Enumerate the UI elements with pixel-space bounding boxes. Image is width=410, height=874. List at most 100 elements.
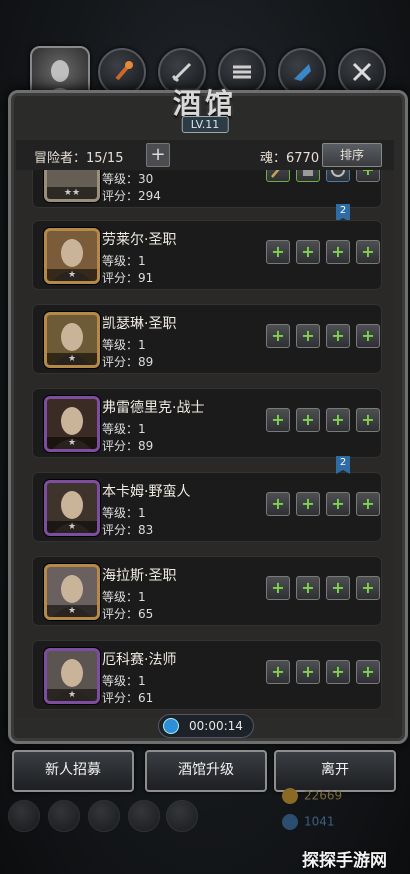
hero-portrait: ★ — [44, 564, 100, 620]
weapon-slot-add-button[interactable]: + — [266, 408, 290, 432]
trinket-slot-add-button[interactable]: + — [356, 492, 380, 516]
equipped-ring-icon[interactable] — [326, 170, 350, 182]
armor-slot-add-button[interactable]: + — [296, 660, 320, 684]
weapon-slot-add-button[interactable]: + — [266, 240, 290, 264]
timer-text: 00:00:14 — [189, 719, 243, 733]
plus-icon: + — [301, 242, 315, 261]
plus-icon: + — [301, 326, 315, 345]
hero-stars: ★★ — [47, 187, 97, 199]
upgrade-tavern-button[interactable]: 酒馆升级 — [145, 750, 267, 792]
hero-stars: ★ — [47, 689, 97, 701]
plus-icon: + — [301, 410, 315, 429]
plus-icon: + — [361, 578, 375, 597]
hero-row[interactable]: ★ 本卡姆·野蛮人 等级：1 评分：83 + + + + — [32, 472, 382, 542]
weapon-slot-add-button[interactable]: + — [266, 576, 290, 600]
plus-icon: + — [301, 494, 315, 513]
trinket-slot-add-button[interactable]: + — [326, 408, 350, 432]
hero-stars: ★ — [47, 353, 97, 365]
hero-stars: ★ — [47, 437, 97, 449]
armor-slot-add-button[interactable]: + — [296, 240, 320, 264]
armor-slot-add-button[interactable]: + — [296, 408, 320, 432]
trinket-slot-add-button[interactable]: + — [326, 240, 350, 264]
hero-stars: ★ — [47, 269, 97, 281]
hero-name: 凯瑟琳·圣职 — [102, 316, 177, 332]
hero-name: 海拉斯·圣职 — [102, 568, 177, 584]
weapon-slot-add-button[interactable]: + — [266, 492, 290, 516]
hero-row[interactable]: ★ 海拉斯·圣职 等级：1 评分：65 + + + + — [32, 556, 382, 626]
crossed-swords-tab-icon[interactable] — [338, 48, 386, 96]
menu-orb-icon[interactable] — [8, 800, 40, 832]
trinket-slot-add-button[interactable]: + — [356, 576, 380, 600]
gold-coin-icon — [282, 788, 298, 804]
hero-row[interactable]: ★ 劳莱尔·圣职 等级：1 评分：91 + + + + — [32, 220, 382, 290]
plus-icon: + — [361, 242, 375, 261]
crystal-resource: 1041 — [282, 814, 335, 830]
hero-level: 等级：1 — [102, 506, 146, 520]
hero-level: 等级：1 — [102, 674, 146, 688]
hero-name: 弗雷德里克·战士 — [102, 400, 205, 416]
equipped-staff-icon[interactable] — [266, 170, 290, 182]
hero-level: 等级：30 — [102, 172, 154, 186]
hero-portrait: ★ — [44, 312, 100, 368]
weapon-slot-add-button[interactable]: + — [266, 324, 290, 348]
hero-row[interactable]: ★ 厄科赛·法师 等级：1 评分：61 + + + + — [32, 640, 382, 710]
menu-orb-icon[interactable] — [128, 800, 160, 832]
trinket-slot-add-button[interactable]: + — [356, 408, 380, 432]
tavern-header-bar: 冒险者：15/15 + 魂：6770 排序 — [16, 140, 394, 171]
hero-level: 等级：1 — [102, 590, 146, 604]
hero-row[interactable]: ★ 凯瑟琳·圣职 等级：1 评分：89 + + + + — [32, 304, 382, 374]
trinket-slot-add-button[interactable]: + — [356, 324, 380, 348]
add-roster-slot-button[interactable]: + — [146, 143, 170, 167]
sort-button[interactable]: 排序 — [322, 143, 382, 167]
leave-button[interactable]: 离开 — [274, 750, 396, 792]
trinket-slot-add-button[interactable]: + — [326, 660, 350, 684]
menu-orb-icon[interactable] — [48, 800, 80, 832]
trinket-slot-add-button[interactable]: + — [326, 324, 350, 348]
crystal-amount: 1041 — [304, 814, 335, 829]
crystal-icon — [282, 814, 298, 830]
plus-icon: + — [331, 662, 345, 681]
plus-icon: + — [301, 662, 315, 681]
recruit-timer: 00:00:14 — [158, 714, 254, 738]
hero-list[interactable]: ★★ 等级：30 评分：294 + 2 ★劳莱尔·圣职等级：1评分：91++++… — [16, 170, 394, 718]
menu-orb-icon[interactable] — [166, 800, 198, 832]
plus-icon: + — [301, 578, 315, 597]
plus-icon: + — [331, 242, 345, 261]
trinket-slot-add-button[interactable]: + — [356, 170, 380, 182]
menu-orb-icon[interactable] — [88, 800, 120, 832]
gold-amount: 22669 — [304, 788, 343, 803]
hero-portrait: ★ — [44, 648, 100, 704]
hero-stars: ★ — [47, 605, 97, 617]
equipped-armor-icon[interactable] — [296, 170, 320, 182]
plus-icon: + — [271, 242, 285, 261]
hero-portrait: ★ — [44, 228, 100, 284]
trinket-slot-add-button[interactable]: + — [356, 240, 380, 264]
recruit-new-button[interactable]: 新人招募 — [12, 750, 134, 792]
weapon-slot-add-button[interactable]: + — [266, 660, 290, 684]
hero-level: 等级：1 — [102, 338, 146, 352]
hero-stars: ★ — [47, 521, 97, 533]
plus-icon: + — [361, 410, 375, 429]
hero-score: 评分：91 — [102, 271, 154, 285]
armor-slot-add-button[interactable]: + — [296, 324, 320, 348]
plus-icon: + — [331, 494, 345, 513]
trinket-slot-add-button[interactable]: + — [326, 492, 350, 516]
hero-row[interactable]: ★ 弗雷德里克·战士 等级：1 评分：89 + + + + — [32, 388, 382, 458]
hero-name: 本卡姆·野蛮人 — [102, 484, 191, 500]
trinket-slot-add-button[interactable]: + — [356, 660, 380, 684]
plus-icon: + — [271, 326, 285, 345]
trinket-slot-add-button[interactable]: + — [326, 576, 350, 600]
plus-icon: + — [271, 494, 285, 513]
bottom-menu-orbs — [8, 800, 198, 840]
plus-icon: + — [271, 662, 285, 681]
armor-slot-add-button[interactable]: + — [296, 492, 320, 516]
hero-portrait: ★ — [44, 480, 100, 536]
hero-score: 评分：83 — [102, 523, 154, 537]
hero-level: 等级：1 — [102, 254, 146, 268]
adventurer-count: 冒险者：15/15 — [34, 151, 124, 166]
hero-name: 劳莱尔·圣职 — [102, 232, 177, 248]
plus-icon: + — [331, 578, 345, 597]
hero-row-partial[interactable]: ★★ 等级：30 评分：294 + — [32, 170, 382, 208]
armor-slot-add-button[interactable]: + — [296, 576, 320, 600]
hero-score: 评分：65 — [102, 607, 154, 621]
